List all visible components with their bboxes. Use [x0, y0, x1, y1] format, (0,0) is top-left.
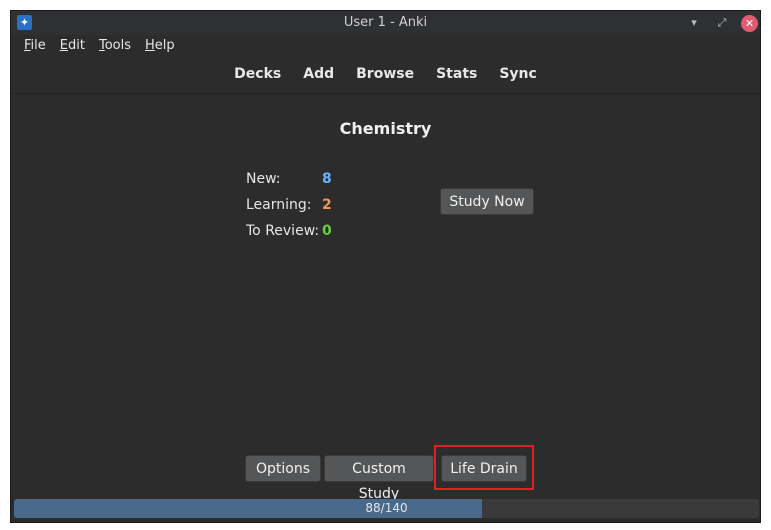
window-title: User 1 - Anki	[343, 15, 428, 30]
menu-help[interactable]: Help	[138, 35, 182, 57]
menu-tools[interactable]: Tools	[92, 35, 138, 57]
toolbar-sync-link[interactable]: Sync	[488, 66, 547, 82]
new-count: 8	[322, 171, 332, 187]
stat-row-learning: Learning: 2	[246, 192, 332, 218]
menu-file[interactable]: File	[11, 35, 53, 57]
highlight-box	[434, 445, 534, 490]
options-button[interactable]: Options	[245, 455, 321, 482]
learning-label: Learning:	[246, 197, 312, 213]
menu-bar: File Edit Tools Help	[11, 35, 760, 57]
toolbar-divider	[11, 93, 760, 94]
learning-count: 2	[322, 197, 332, 213]
toolbar-decks-link[interactable]: Decks	[223, 66, 292, 82]
maximize-icon[interactable]: ⤢	[713, 14, 731, 32]
anki-main-window: ✦ User 1 - Anki ▾ ⤢ ✕ File Edit Tools He…	[10, 10, 761, 523]
menu-edit[interactable]: Edit	[53, 35, 92, 57]
stat-row-new: New: 8	[246, 166, 332, 192]
deck-title: Chemistry	[339, 119, 432, 138]
window-controls: ▾ ⤢ ✕	[675, 11, 760, 35]
new-label: New:	[246, 171, 281, 187]
review-count: 0	[322, 223, 332, 239]
toolbar-browse-link[interactable]: Browse	[345, 66, 425, 82]
deck-stats: New: 8 Learning: 2 To Review: 0	[246, 166, 332, 244]
toolbar-stats-link[interactable]: Stats	[425, 66, 488, 82]
stat-row-review: To Review: 0	[246, 218, 332, 244]
minimize-icon[interactable]: ▾	[685, 14, 703, 32]
toolbar-add-link[interactable]: Add	[292, 66, 345, 82]
title-bar[interactable]: ✦ User 1 - Anki ▾ ⤢ ✕	[11, 11, 760, 35]
review-label: To Review:	[246, 223, 320, 239]
main-toolbar: Decks Add Browse Stats Sync	[11, 61, 760, 87]
anki-star-icon: ✦	[17, 15, 32, 30]
progress-text: 88/140	[365, 501, 408, 515]
study-now-button[interactable]: Study Now	[440, 188, 534, 215]
life-drain-progress-bar: 88/140	[14, 499, 759, 518]
close-icon[interactable]: ✕	[741, 14, 758, 32]
custom-study-button[interactable]: Custom Study	[324, 455, 434, 502]
